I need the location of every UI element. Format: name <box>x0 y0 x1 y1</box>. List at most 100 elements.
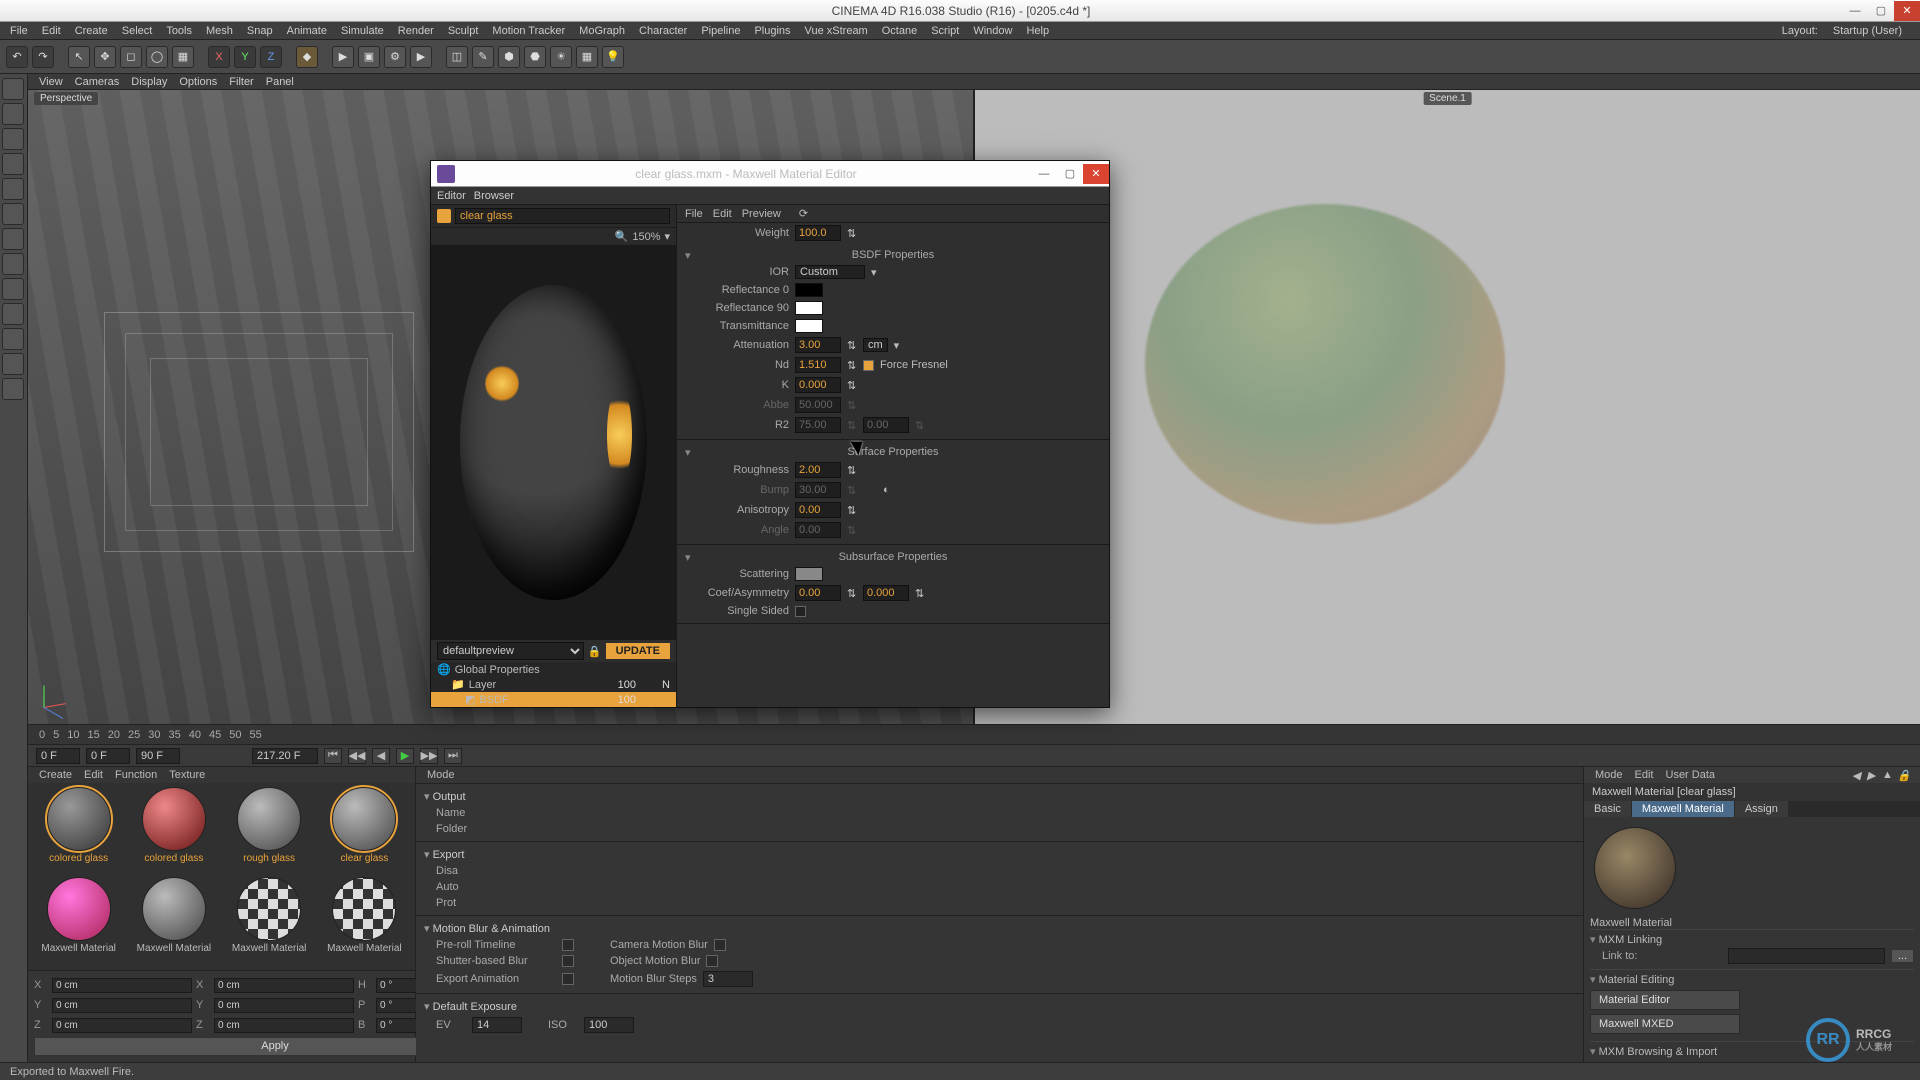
transmittance-swatch[interactable] <box>795 319 823 333</box>
rs-mb-header[interactable]: Motion Blur & Animation <box>424 920 1575 937</box>
mme-material-name-field[interactable] <box>455 208 670 224</box>
menu-animate[interactable]: Animate <box>281 25 333 37</box>
mme-layer-tree[interactable]: 🌐Global Properties📁Layer100N◩BSDF100 <box>431 662 676 707</box>
rs-expo-header[interactable]: Default Exposure <box>424 998 1575 1015</box>
play-back-button[interactable]: ◀ <box>372 748 390 764</box>
menu-motion-tracker[interactable]: Motion Tracker <box>486 25 571 37</box>
material-thumb[interactable] <box>47 877 111 941</box>
vp-menu-filter[interactable]: Filter <box>224 76 258 88</box>
render-pv-button[interactable]: ▶ <box>410 46 432 68</box>
goto-end-button[interactable]: ⏭ <box>444 748 462 764</box>
mme-lock-icon[interactable]: 🔒 <box>588 645 602 658</box>
attr-sec-editing[interactable]: Material Editing <box>1590 973 1914 986</box>
deformer-button[interactable]: ⬣ <box>524 46 546 68</box>
menu-sculpt[interactable]: Sculpt <box>442 25 485 37</box>
roughness-field[interactable] <box>795 462 841 478</box>
prev-key-button[interactable]: ◀◀ <box>348 748 366 764</box>
edge-mode-button[interactable] <box>2 203 24 225</box>
light-button[interactable]: 💡 <box>602 46 624 68</box>
shutter-checkbox[interactable] <box>562 955 574 967</box>
exportanim-checkbox[interactable] <box>562 973 574 985</box>
coord-system-button[interactable]: ◆ <box>296 46 318 68</box>
material-thumb[interactable] <box>47 787 111 851</box>
mme-preview-area[interactable] <box>431 246 676 639</box>
size-z-field[interactable] <box>214 1018 354 1033</box>
coef-field[interactable] <box>795 585 841 601</box>
iso-field[interactable] <box>584 1017 634 1033</box>
workplane-button[interactable] <box>2 328 24 350</box>
mme-zoom-dropdown-icon[interactable]: ▾ <box>664 230 670 243</box>
window-minimize-button[interactable]: — <box>1842 1 1868 21</box>
menu-plugins[interactable]: Plugins <box>748 25 796 37</box>
linkto-field[interactable] <box>1728 948 1885 964</box>
mme-close-button[interactable]: ✕ <box>1083 164 1109 184</box>
mme-menu-edit[interactable]: Edit <box>713 208 732 220</box>
attr-tab-assign[interactable]: Assign <box>1735 801 1788 817</box>
material-thumb[interactable] <box>332 877 396 941</box>
mme-minimize-button[interactable]: — <box>1031 164 1057 184</box>
axis-x-toggle[interactable]: X <box>208 46 230 68</box>
maxwell-mxed-button[interactable]: Maxwell MXED <box>1590 1014 1740 1034</box>
scale-tool[interactable]: ◻ <box>120 46 142 68</box>
window-maximize-button[interactable]: ▢ <box>1868 1 1894 21</box>
rs-tab-mode[interactable]: Mode <box>422 769 460 781</box>
material-thumb[interactable] <box>332 787 396 851</box>
redo-button[interactable]: ↷ <box>32 46 54 68</box>
menu-mograph[interactable]: MoGraph <box>573 25 631 37</box>
timeline-end-field[interactable] <box>136 748 180 764</box>
attr-menu-userdata[interactable]: User Data <box>1661 769 1721 781</box>
preroll-checkbox[interactable] <box>562 939 574 951</box>
attenuation-field[interactable] <box>795 337 841 353</box>
mme-search-icon[interactable]: 🔍 <box>615 230 629 243</box>
viewport-render[interactable]: 2862872882892902912922932942953083093103… <box>975 90 1920 724</box>
material-grid[interactable]: colored glasscolored glassrough glasscle… <box>28 783 415 970</box>
next-key-button[interactable]: ▶▶ <box>420 748 438 764</box>
surface-section-header[interactable]: Surface Properties <box>677 444 1109 460</box>
material-editor-button[interactable]: Material Editor <box>1590 990 1740 1010</box>
size-x-field[interactable] <box>214 978 354 993</box>
attr-tab-basic[interactable]: Basic <box>1584 801 1631 817</box>
material-thumb[interactable] <box>237 787 301 851</box>
attr-tab-maxwell[interactable]: Maxwell Material <box>1632 801 1734 817</box>
material-item[interactable]: Maxwell Material <box>223 877 316 965</box>
attr-lock-icon[interactable]: 🔒 <box>1897 769 1909 781</box>
environment-button[interactable]: ☀ <box>550 46 572 68</box>
mme-refresh-icon[interactable]: ⟳ <box>799 207 808 220</box>
force-fresnel-checkbox[interactable] <box>863 360 874 371</box>
render-region-button[interactable]: ▣ <box>358 46 380 68</box>
spline-pen-button[interactable]: ✎ <box>472 46 494 68</box>
menu-help[interactable]: Help <box>1020 25 1055 37</box>
menu-window[interactable]: Window <box>967 25 1018 37</box>
lock-button[interactable] <box>2 353 24 375</box>
chevron-down-icon[interactable]: ▾ <box>871 266 877 279</box>
size-y-field[interactable] <box>214 998 354 1013</box>
nd-field[interactable] <box>795 357 841 373</box>
recent-tool[interactable]: ▦ <box>172 46 194 68</box>
vp-menu-options[interactable]: Options <box>174 76 222 88</box>
layout-dropdown[interactable]: Startup (User) <box>1827 25 1908 37</box>
timeline-start-field[interactable] <box>36 748 80 764</box>
mme-tree-node[interactable]: 📁Layer100N <box>431 677 676 692</box>
material-thumb[interactable] <box>237 877 301 941</box>
mme-tree-node[interactable]: 🌐Global Properties <box>431 662 676 677</box>
axis-mode-button[interactable] <box>2 253 24 275</box>
vp-menu-view[interactable]: View <box>34 76 68 88</box>
menu-octane[interactable]: Octane <box>876 25 923 37</box>
texture-mode-button[interactable] <box>2 128 24 150</box>
move-tool[interactable]: ✥ <box>94 46 116 68</box>
timeline-current-field[interactable] <box>86 748 130 764</box>
matmenu-texture[interactable]: Texture <box>164 769 210 781</box>
scattering-swatch[interactable] <box>795 567 823 581</box>
material-item[interactable]: rough glass <box>223 787 316 875</box>
timeline-range-field[interactable] <box>252 748 318 764</box>
asym-field[interactable] <box>863 585 909 601</box>
vp-menu-display[interactable]: Display <box>126 76 172 88</box>
menu-script[interactable]: Script <box>925 25 965 37</box>
bsdf-section-header[interactable]: BSDF Properties <box>677 247 1109 263</box>
menu-edit[interactable]: Edit <box>36 25 67 37</box>
rs-export-header[interactable]: Export <box>424 846 1575 863</box>
material-item[interactable]: colored glass <box>32 787 125 875</box>
timeline-ruler[interactable]: 0510152025303540455055 <box>28 724 1920 744</box>
menu-character[interactable]: Character <box>633 25 693 37</box>
mme-preview-select[interactable]: defaultpreview <box>437 642 584 660</box>
